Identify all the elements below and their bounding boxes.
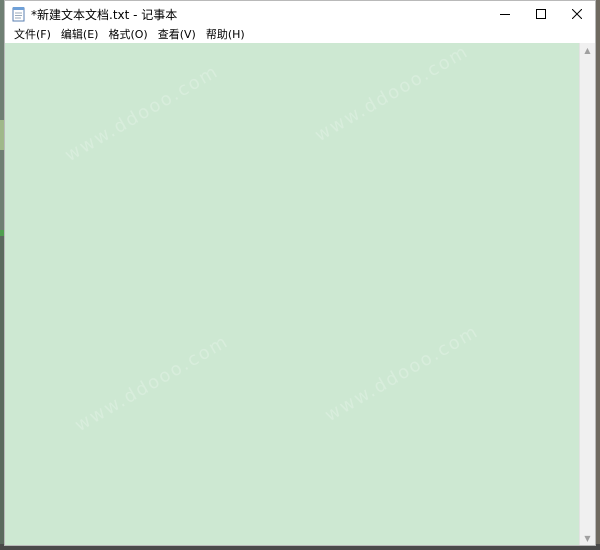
maximize-icon bbox=[536, 9, 546, 19]
watermark-text: www.ddooo.com bbox=[311, 43, 473, 147]
menu-format[interactable]: 格式(O) bbox=[103, 27, 152, 43]
close-icon bbox=[572, 9, 582, 19]
scroll-down-arrow-icon[interactable]: ▼ bbox=[580, 531, 595, 545]
minimize-button[interactable] bbox=[487, 1, 523, 27]
menu-view[interactable]: 查看(V) bbox=[153, 27, 201, 43]
notepad-window: *新建文本文档.txt - 记事本 文件(F) 编辑(E) 格式(O) 查看(V… bbox=[4, 0, 596, 546]
text-editor-area[interactable]: www.ddooo.com www.ddooo.com www.ddooo.co… bbox=[5, 43, 579, 545]
scroll-up-arrow-icon[interactable]: ▲ bbox=[580, 43, 595, 57]
maximize-button[interactable] bbox=[523, 1, 559, 27]
window-title: *新建文本文档.txt - 记事本 bbox=[31, 8, 178, 22]
watermark-text: www.ddooo.com bbox=[71, 330, 233, 437]
menu-file[interactable]: 文件(F) bbox=[9, 27, 56, 43]
watermark-text: www.ddooo.com bbox=[321, 320, 483, 427]
notepad-icon[interactable] bbox=[12, 6, 26, 22]
vertical-scrollbar[interactable]: ▲ ▼ bbox=[579, 43, 595, 545]
menu-help[interactable]: 帮助(H) bbox=[201, 27, 250, 43]
menu-bar: 文件(F) 编辑(E) 格式(O) 查看(V) 帮助(H) bbox=[5, 27, 595, 43]
screen: *新建文本文档.txt - 记事本 文件(F) 编辑(E) 格式(O) 查看(V… bbox=[0, 0, 600, 550]
close-button[interactable] bbox=[559, 1, 595, 27]
title-bar[interactable]: *新建文本文档.txt - 记事本 bbox=[5, 1, 595, 27]
watermark-text: www.ddooo.com bbox=[61, 60, 223, 167]
minimize-icon bbox=[500, 9, 510, 19]
menu-edit[interactable]: 编辑(E) bbox=[56, 27, 104, 43]
